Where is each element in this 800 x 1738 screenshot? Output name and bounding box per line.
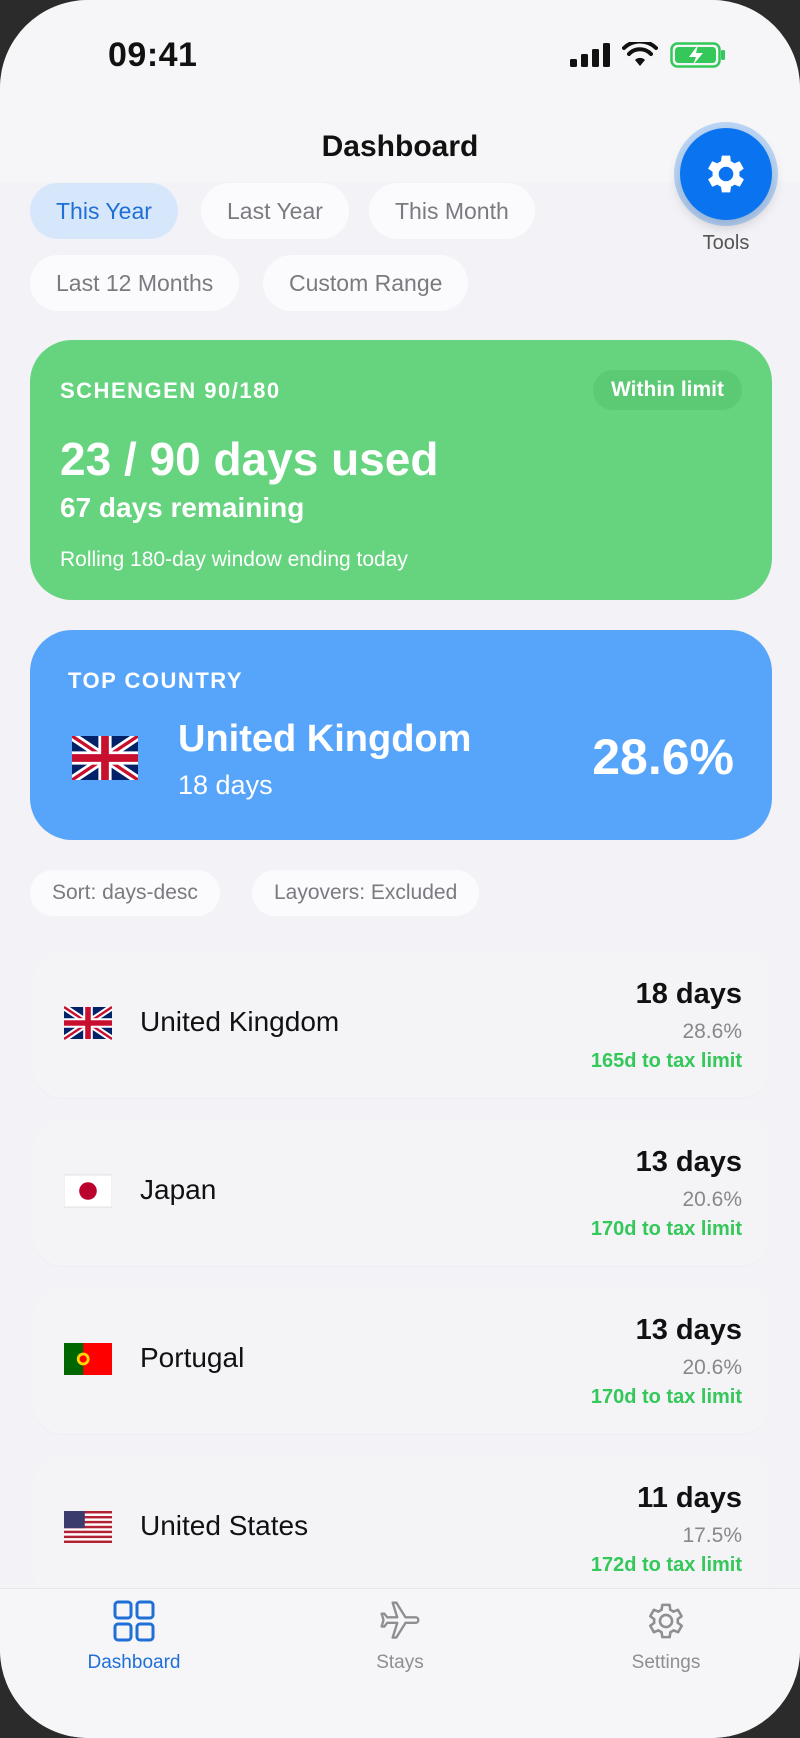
country-percent: 20.6%: [682, 1188, 742, 1211]
top-country-label: TOP COUNTRY: [68, 668, 244, 693]
tools-label: Tools: [702, 232, 750, 254]
country-row[interactable]: United States 11 days 17.5% 172d to tax …: [34, 1454, 770, 1602]
country-row[interactable]: Japan 13 days 20.6% 170d to tax limit: [34, 1118, 770, 1266]
filter-custom-range[interactable]: Custom Range: [263, 255, 469, 311]
country-days: 13 days: [635, 1146, 742, 1178]
filter-this-year[interactable]: This Year: [30, 183, 178, 239]
grid-icon: [113, 1600, 155, 1642]
tax-limit: 170d to tax limit: [590, 1386, 742, 1408]
country-name: United Kingdom: [140, 1006, 340, 1037]
gear-icon: [648, 1603, 684, 1639]
days-used: 23 / 90 days used: [60, 433, 439, 485]
country-days: 11 days: [637, 1482, 742, 1514]
status-bar: 09:41: [0, 0, 800, 120]
portugal-flag-icon: [64, 1343, 112, 1375]
country-percent: 17.5%: [682, 1524, 742, 1547]
country-name: United States: [140, 1510, 309, 1541]
signal-icon: [570, 43, 610, 67]
uk-flag-icon: [72, 736, 138, 780]
top-country-days: 18 days: [178, 770, 273, 800]
country-row[interactable]: United Kingdom 18 days 28.6% 165d to tax…: [34, 950, 770, 1098]
wifi-icon: [622, 42, 658, 66]
phone-screen: 09:41 Dashboard Tools This Year Last Yea…: [0, 0, 800, 1738]
filter-last-year[interactable]: Last Year: [201, 183, 349, 239]
uk-flag-icon: [64, 1006, 112, 1040]
tab-label: Dashboard: [87, 1652, 181, 1673]
tools-button[interactable]: [680, 128, 772, 220]
country-days: 18 days: [635, 978, 742, 1010]
japan-flag-icon: [64, 1174, 112, 1208]
filter-last-12-months[interactable]: Last 12 Months: [30, 255, 240, 311]
sort-chip[interactable]: Sort: days-desc: [30, 870, 220, 916]
gear-icon: [708, 155, 744, 193]
country-name: Japan: [140, 1174, 217, 1205]
clock: 09:41: [108, 36, 198, 74]
tab-label: Stays: [376, 1652, 424, 1673]
battery-charging-icon: [670, 42, 725, 68]
country-percent: 20.6%: [682, 1356, 742, 1379]
country-row[interactable]: Portugal 13 days 20.6% 170d to tax limit: [34, 1286, 770, 1434]
schengen-title: SCHENGEN 90/180: [60, 378, 281, 403]
top-country-name: United Kingdom: [178, 718, 472, 760]
top-country-percent: 28.6%: [592, 729, 734, 785]
us-flag-icon: [64, 1511, 112, 1543]
tab-stays[interactable]: Stays: [300, 1599, 500, 1674]
country-name: Portugal: [140, 1342, 245, 1373]
top-country-card[interactable]: TOP COUNTRY United Kingdom 18 days 28.6%: [30, 630, 772, 840]
tax-limit: 165d to tax limit: [590, 1050, 742, 1072]
tab-bar: Dashboard Stays Settings: [0, 1588, 800, 1738]
tax-limit: 170d to tax limit: [590, 1218, 742, 1240]
country-percent: 28.6%: [682, 1020, 742, 1043]
tab-settings[interactable]: Settings: [566, 1599, 766, 1674]
schengen-card[interactable]: SCHENGEN 90/180 Within limit 23 / 90 day…: [30, 340, 772, 600]
days-remaining: 67 days remaining: [60, 492, 305, 523]
tab-dashboard[interactable]: Dashboard: [34, 1599, 234, 1674]
airplane-icon: [380, 1601, 420, 1639]
filter-this-month[interactable]: This Month: [369, 183, 535, 239]
page-title: Dashboard: [321, 130, 479, 163]
layovers-chip[interactable]: Layovers: Excluded: [252, 870, 480, 916]
window-note: Rolling 180-day window ending today: [60, 548, 408, 571]
status-badge: Within limit: [593, 370, 742, 410]
status-icons: [570, 42, 726, 68]
country-days: 13 days: [635, 1314, 742, 1346]
tax-limit: 172d to tax limit: [590, 1554, 742, 1576]
tab-label: Settings: [631, 1652, 701, 1673]
